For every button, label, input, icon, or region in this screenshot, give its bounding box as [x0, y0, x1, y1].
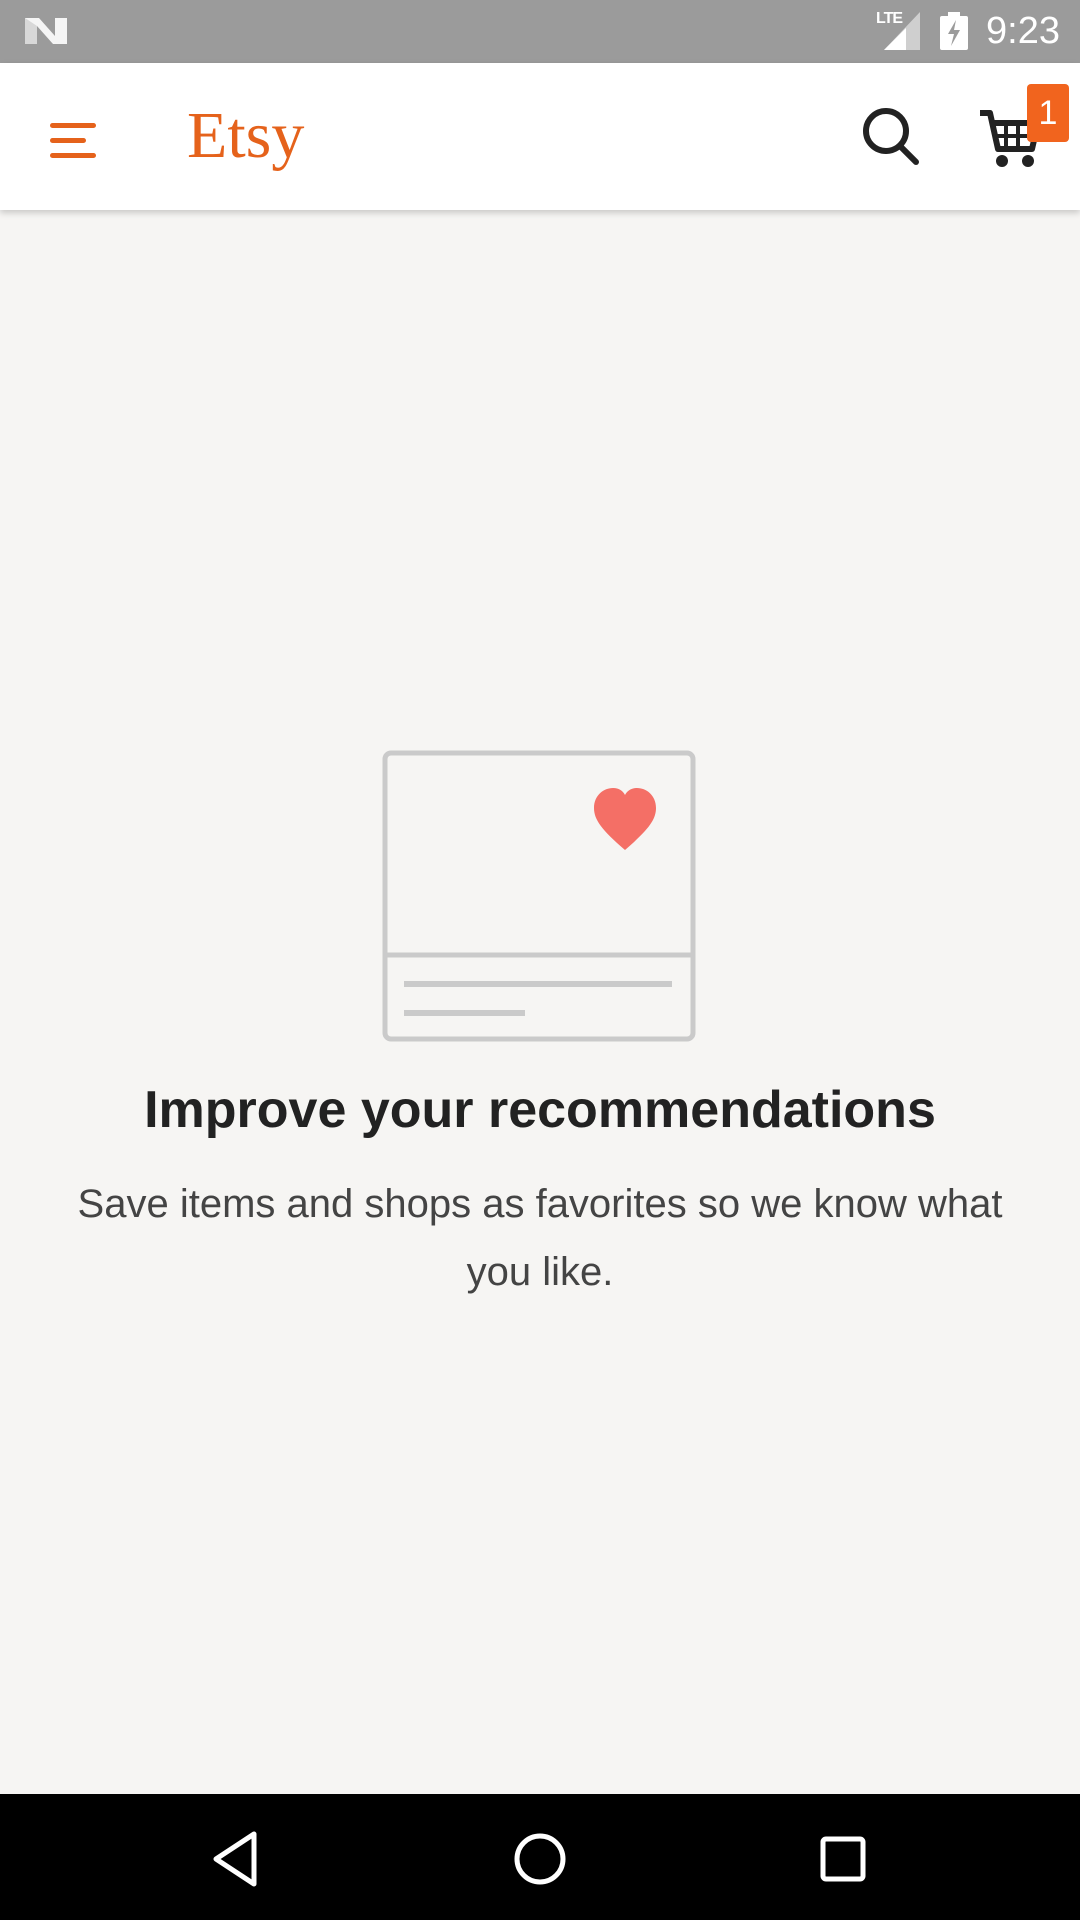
recents-icon	[820, 1836, 866, 1882]
notification-n-icon	[25, 18, 67, 44]
home-button[interactable]	[505, 1824, 575, 1894]
home-icon	[514, 1833, 566, 1885]
back-button[interactable]	[202, 1824, 272, 1894]
app-bar: Etsy	[0, 63, 1080, 210]
search-button[interactable]	[856, 101, 928, 173]
etsy-logo[interactable]: Etsy	[187, 103, 304, 169]
recents-button[interactable]	[808, 1824, 878, 1894]
status-bar: LTE 9:23	[0, 0, 1080, 63]
signal-icon	[884, 12, 920, 50]
empty-state-subtitle: Save items and shops as favorites so we …	[77, 1182, 1003, 1294]
favorite-card-illustration	[382, 750, 696, 1042]
search-icon	[863, 108, 919, 165]
heart-icon	[594, 788, 656, 850]
battery-charging-icon	[940, 12, 968, 50]
menu-button[interactable]	[38, 103, 110, 171]
clock: 9:23	[986, 10, 1060, 52]
empty-state-title: Improve your recommendations	[144, 1081, 936, 1139]
back-icon	[213, 1831, 257, 1887]
cart-count-badge: 1	[1027, 84, 1069, 142]
system-nav-bar	[0, 1794, 1080, 1920]
